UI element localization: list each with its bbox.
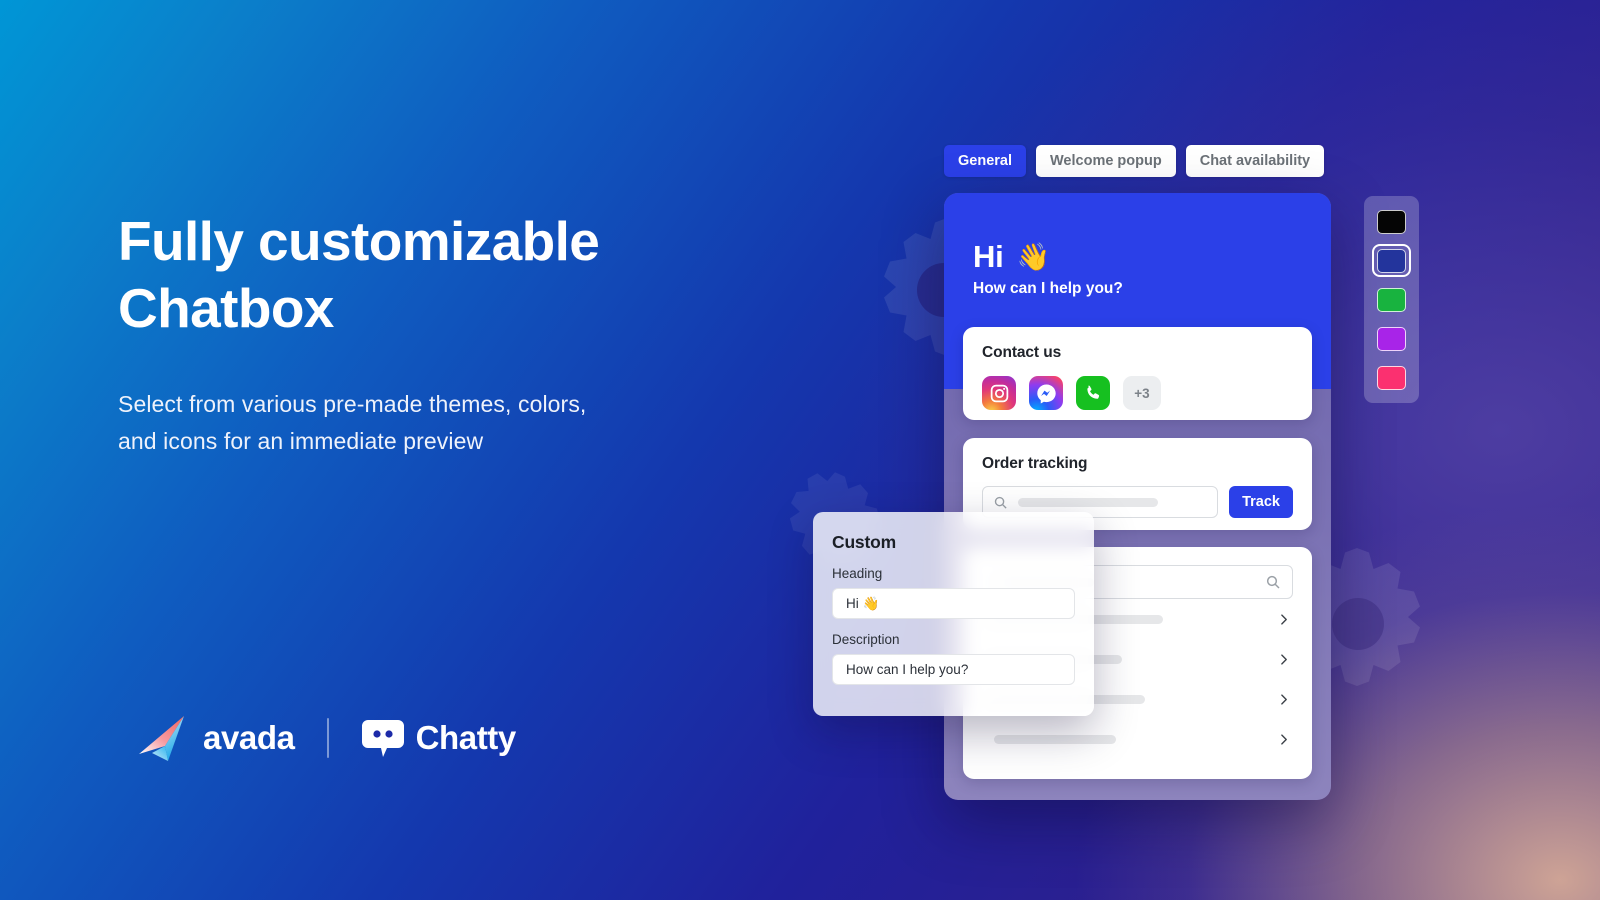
color-swatch-green[interactable] bbox=[1372, 283, 1411, 316]
track-button[interactable]: Track bbox=[1229, 486, 1293, 518]
order-tracking-title: Order tracking bbox=[982, 455, 1088, 472]
hero-text-block: Fully customizable Chatbox Select from v… bbox=[118, 208, 818, 459]
swatch-chip bbox=[1377, 287, 1406, 312]
chatbox-greeting: Hi 👋 bbox=[973, 239, 1050, 275]
subhead-line-2: and icons for an immediate preview bbox=[118, 427, 484, 454]
search-icon bbox=[994, 496, 1007, 509]
color-swatch-black[interactable] bbox=[1372, 205, 1411, 238]
page-title: Fully customizable Chatbox bbox=[118, 208, 818, 342]
hero-subtitle: Select from various pre-made themes, col… bbox=[118, 386, 818, 459]
color-swatch-pink[interactable] bbox=[1372, 361, 1411, 394]
promo-banner: Fully customizable Chatbox Select from v… bbox=[0, 0, 1600, 900]
description-field-value: How can I help you? bbox=[846, 662, 969, 677]
chevron-right-icon bbox=[1281, 733, 1287, 745]
tab-welcome-popup[interactable]: Welcome popup bbox=[1036, 145, 1176, 177]
contact-card: Contact us +3 bbox=[963, 327, 1312, 420]
settings-tab-bar: General Welcome popup Chat availability bbox=[944, 145, 1325, 177]
list-item[interactable] bbox=[982, 719, 1293, 759]
search-icon bbox=[1266, 575, 1280, 589]
input-placeholder-bar bbox=[1018, 497, 1158, 507]
color-swatch-navy[interactable] bbox=[1372, 244, 1411, 277]
chevron-right-icon bbox=[1281, 653, 1287, 665]
chatbox-subtitle: How can I help you? bbox=[973, 280, 1123, 297]
waving-hand-icon: 👋 bbox=[1016, 241, 1051, 272]
chatty-brand: Chatty bbox=[361, 716, 516, 760]
paper-plane-icon bbox=[139, 716, 184, 761]
heading-field-label: Heading bbox=[832, 566, 883, 581]
brand-divider bbox=[326, 718, 329, 758]
avada-wordmark: avada bbox=[203, 719, 295, 756]
speech-bubble-icon bbox=[361, 720, 404, 757]
description-field-label: Description bbox=[832, 632, 900, 647]
brand-lockup: avada Chatty bbox=[138, 710, 516, 766]
subhead-line-1: Select from various pre-made themes, col… bbox=[118, 391, 587, 418]
swatch-chip bbox=[1377, 248, 1406, 273]
description-field[interactable]: How can I help you? bbox=[832, 654, 1075, 685]
color-palette bbox=[1364, 196, 1419, 403]
swatch-chip bbox=[1377, 365, 1406, 390]
chatty-wordmark: Chatty bbox=[415, 719, 517, 756]
swatch-chip bbox=[1377, 209, 1406, 234]
avada-brand: avada bbox=[138, 713, 295, 763]
color-swatch-purple[interactable] bbox=[1372, 322, 1411, 355]
heading-field[interactable]: Hi 👋 bbox=[832, 588, 1075, 619]
waving-hand-icon: 👋 bbox=[862, 595, 880, 611]
headline-line-1: Fully customizable bbox=[118, 210, 600, 272]
gear-hub bbox=[1332, 598, 1384, 650]
messenger-icon[interactable] bbox=[1029, 376, 1063, 410]
more-channels-badge[interactable]: +3 bbox=[1123, 376, 1161, 410]
tab-general[interactable]: General bbox=[944, 145, 1026, 177]
contact-card-title: Contact us bbox=[982, 344, 1062, 361]
contact-channel-row: +3 bbox=[982, 376, 1293, 410]
greeting-text: Hi bbox=[973, 239, 1004, 274]
panel-title: Custom bbox=[832, 532, 896, 552]
custom-settings-panel: Custom Heading Hi 👋 Description How can … bbox=[813, 512, 1094, 716]
swatch-chip bbox=[1377, 326, 1406, 351]
headline-line-2: Chatbox bbox=[118, 277, 334, 340]
faq-title-bar bbox=[994, 734, 1116, 744]
chevron-right-icon bbox=[1281, 693, 1287, 705]
chevron-right-icon bbox=[1281, 613, 1287, 625]
heading-field-value: Hi bbox=[846, 596, 859, 611]
tab-chat-availability[interactable]: Chat availability bbox=[1185, 145, 1325, 177]
instagram-icon[interactable] bbox=[982, 376, 1016, 410]
phone-icon[interactable] bbox=[1076, 376, 1110, 410]
